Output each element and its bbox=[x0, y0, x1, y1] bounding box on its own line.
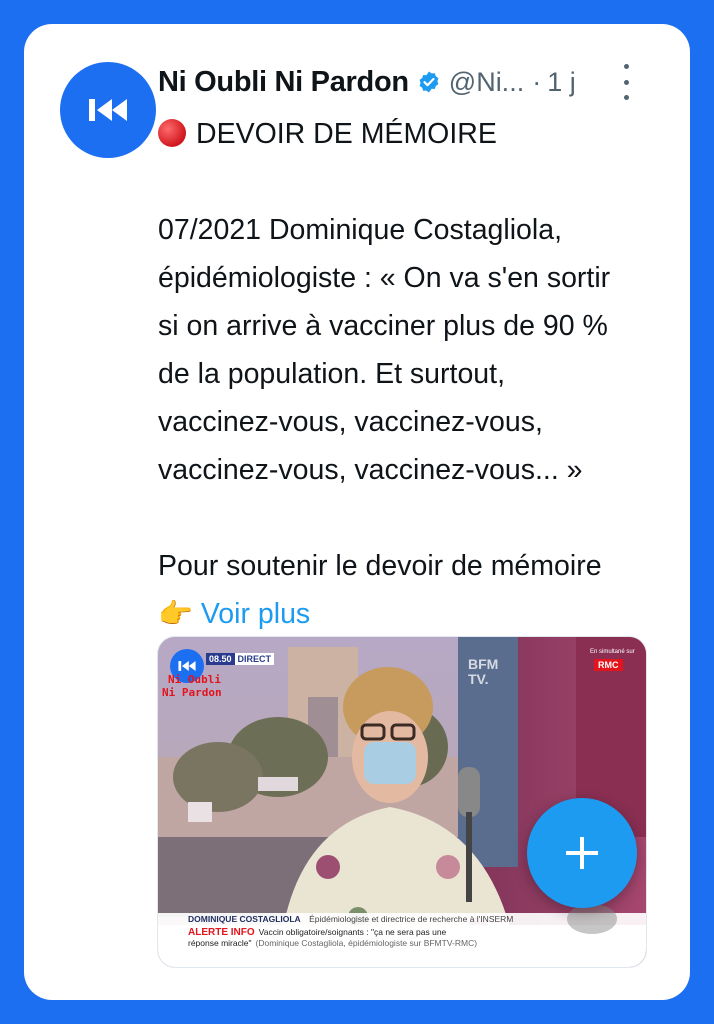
verified-badge-icon bbox=[419, 71, 439, 93]
text-line-7: vaccinez-vous, vaccinez-vous, bbox=[158, 406, 543, 438]
watermark-text: Ni Oubli Ni Pardon bbox=[162, 673, 222, 699]
text-line-10: Pour soutenir le devoir de mémoire bbox=[158, 550, 602, 582]
bfm-logo: BFM TV. bbox=[468, 657, 498, 687]
bfm-line-2: TV. bbox=[468, 671, 489, 687]
tweet-text: DEVOIR DE MÉMOIRE 07/2021 Dominique Cost… bbox=[158, 110, 658, 638]
compose-button[interactable] bbox=[527, 798, 637, 908]
text-line-8: vaccinez-vous, vaccinez-vous... » bbox=[158, 454, 583, 486]
author-name[interactable]: Ni Oubli Ni Pardon bbox=[158, 66, 409, 99]
show-more-link[interactable]: Voir plus bbox=[201, 598, 310, 630]
separator-dot: · bbox=[532, 66, 542, 97]
clock-label: 08.50 bbox=[206, 653, 235, 665]
fab-shadow bbox=[567, 904, 617, 934]
text-line-3: 07/2021 Dominique Costagliola, bbox=[158, 214, 563, 246]
alert-text-2: réponse miracle" bbox=[188, 938, 252, 948]
watermark-line-2: Ni Pardon bbox=[162, 686, 222, 699]
live-bar: 08.50 DIRECT bbox=[206, 653, 275, 665]
tweet-header: Ni Oubli Ni Pardon @Ni... · 1 j bbox=[158, 62, 658, 102]
guest-role: Épidémiologiste et directrice de recherc… bbox=[309, 914, 514, 924]
guest-name: DOMINIQUE COSTAGLIOLA bbox=[188, 914, 301, 924]
text-line-blank bbox=[158, 158, 658, 206]
alert-row-2: réponse miracle" (Dominique Costagliola, … bbox=[158, 938, 646, 949]
text-line-blank-2 bbox=[158, 494, 658, 542]
text-line-1: DEVOIR DE MÉMOIRE bbox=[158, 110, 658, 158]
text-heading: DEVOIR DE MÉMOIRE bbox=[196, 118, 497, 150]
tweet-time[interactable]: 1 j bbox=[547, 67, 576, 98]
red-circle-emoji-icon bbox=[158, 119, 186, 147]
bfm-line-1: BFM bbox=[468, 656, 499, 672]
rewind-logo-icon bbox=[178, 661, 196, 671]
rmc-logo: RMC bbox=[594, 659, 623, 671]
pointing-right-emoji-icon: 👉 bbox=[158, 598, 193, 629]
tweet-card[interactable]: Ni Oubli Ni Pardon @Ni... · 1 j DEVOIR D… bbox=[24, 24, 690, 1000]
author-handle[interactable]: @Ni... bbox=[449, 67, 524, 98]
channel-tag: En simultané sur bbox=[590, 649, 635, 655]
rewind-logo-icon bbox=[89, 99, 127, 121]
text-line-11: 👉 Voir plus bbox=[158, 590, 658, 638]
alert-text-1: Vaccin obligatoire/soignants : "ça ne se… bbox=[258, 927, 447, 937]
alert-label: ALERTE INFO bbox=[188, 927, 255, 938]
text-line-4: épidémiologiste : « On va s'en sortir bbox=[158, 262, 611, 294]
text-line-6: de la population. Et surtout, bbox=[158, 358, 505, 390]
text-line-5: si on arrive à vacciner plus de 90 % bbox=[158, 310, 608, 342]
live-label: DIRECT bbox=[234, 653, 275, 665]
avatar[interactable] bbox=[60, 62, 156, 158]
more-vertical-icon[interactable] bbox=[620, 64, 632, 100]
watermark-line-1: Ni Oubli bbox=[168, 673, 221, 686]
plus-icon bbox=[566, 837, 598, 869]
alert-source: (Dominique Costagliola, épidémiologiste … bbox=[255, 938, 478, 948]
